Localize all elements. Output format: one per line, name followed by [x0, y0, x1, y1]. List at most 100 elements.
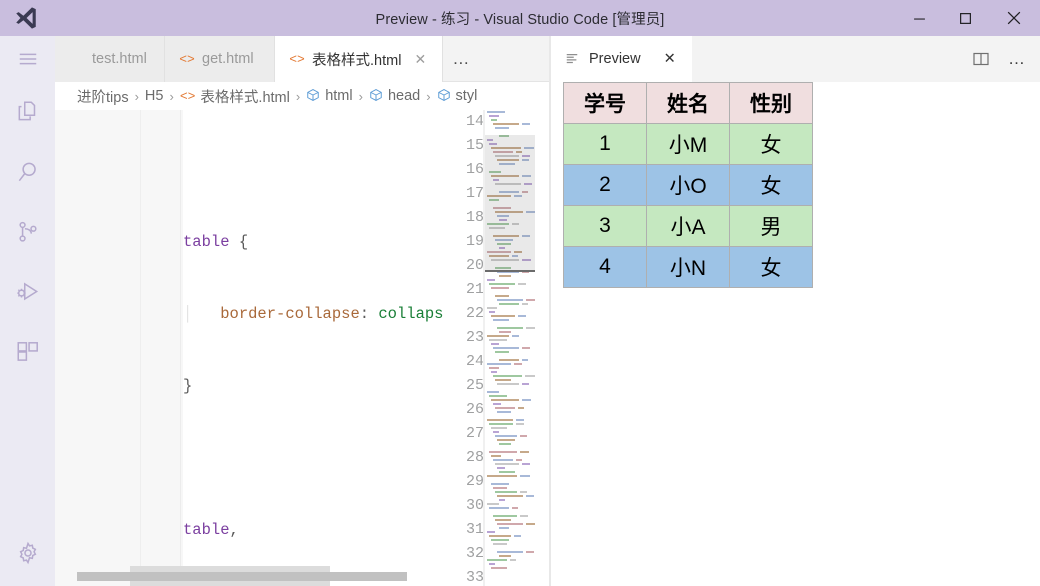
code-line-19: table, — [183, 521, 239, 539]
minimap-segment — [518, 315, 526, 317]
code-line-17: } — [183, 377, 193, 395]
minimap-segment — [526, 551, 534, 553]
minimap-row — [485, 566, 535, 570]
minimap-segment — [522, 383, 529, 385]
breadcrumb-item-5[interactable]: styl — [437, 88, 477, 105]
minimap-segment — [493, 543, 507, 545]
split-editor-icon[interactable] — [964, 42, 998, 76]
breadcrumb-item-1[interactable]: H5 — [145, 88, 164, 104]
breadcrumb-label: H5 — [144, 88, 164, 104]
table-cell: 女 — [729, 246, 813, 288]
breadcrumb: 进阶tips › H5 › <> 表格样式.html › html › head… — [55, 82, 550, 110]
breadcrumb-separator: › — [134, 88, 139, 104]
breadcrumb-item-3[interactable]: html — [306, 88, 353, 105]
minimap-segment — [512, 507, 518, 509]
minimap-segment — [526, 495, 534, 497]
minimap-segment — [514, 363, 522, 365]
close-icon[interactable]: ✕ — [412, 51, 428, 68]
minimap-segment — [499, 555, 511, 557]
tab-preview[interactable]: Preview ✕ — [550, 36, 692, 82]
explorer-icon[interactable] — [0, 82, 55, 142]
extensions-icon[interactable] — [0, 322, 55, 382]
minimap-segment — [487, 363, 511, 365]
preview-icon — [564, 51, 580, 67]
more-actions-icon[interactable]: … — [1000, 42, 1034, 76]
breadcrumb-item-0[interactable]: 进阶tips — [77, 86, 129, 107]
minimap-segment — [499, 499, 505, 501]
table-row: 3 小A 男 — [563, 205, 813, 247]
table-body: 1 小M 女 2 小O 女 3 小A 男 4 小N 女 — [563, 123, 813, 288]
title-bar: Preview - 练习 - Visual Studio Code [管理员] — [0, 0, 1040, 36]
minimap-segment — [497, 439, 515, 441]
breadcrumb-separator: › — [358, 88, 363, 104]
minimap-segment — [489, 283, 515, 285]
minimap-segment — [497, 327, 524, 329]
minimap-segment — [518, 283, 526, 285]
tab-label: Preview — [589, 51, 641, 67]
minimap-segment — [522, 463, 530, 465]
tab-biaogeyangshi-html[interactable]: <> 表格样式.html ✕ — [275, 36, 444, 82]
minimap-segment — [489, 563, 495, 565]
breadcrumb-label: 进阶tips — [77, 89, 129, 106]
minimap-segment — [491, 399, 519, 401]
close-icon[interactable]: ✕ — [664, 51, 676, 67]
editor-group-left-tabs: test.html <> get.html <> 表格样式.html ✕ … — [55, 36, 479, 82]
minimap-segment — [487, 111, 505, 113]
gutter-divider-2 — [180, 110, 181, 586]
table-cell: 男 — [729, 205, 813, 247]
gutter-divider-1 — [140, 110, 141, 586]
minimap-segment — [489, 535, 511, 537]
minimap-segment — [489, 339, 507, 341]
minimap-segment — [493, 459, 513, 461]
search-icon[interactable] — [0, 142, 55, 202]
code-line-15: table { — [183, 233, 249, 251]
minimap-segment — [487, 391, 499, 393]
minimap-segment — [522, 303, 528, 305]
minimap-segment — [493, 403, 501, 405]
minimap-segment — [497, 467, 505, 469]
minimap-segment — [526, 327, 535, 329]
source-control-icon[interactable] — [0, 202, 55, 262]
table-cell: 4 — [563, 246, 647, 288]
editor-horizontal-scrollbar[interactable] — [77, 572, 407, 581]
tab-bar: test.html <> get.html <> 表格样式.html ✕ … P… — [55, 36, 1040, 82]
table-header-cell: 性别 — [729, 82, 813, 124]
close-button[interactable] — [988, 0, 1040, 36]
minimap-slider[interactable] — [485, 135, 535, 270]
minimap-segment — [495, 407, 515, 409]
minimap-segment — [526, 299, 535, 301]
code-content[interactable]: table { │ border-collapse: collaps } tab… — [183, 110, 483, 586]
tab-test-html[interactable]: test.html — [55, 36, 165, 82]
minimap-segment — [520, 515, 528, 517]
minimize-button[interactable] — [896, 0, 942, 36]
menu-hamburger-icon[interactable] — [0, 36, 55, 82]
minimap-segment — [491, 483, 509, 485]
table-header-cell: 姓名 — [646, 82, 730, 124]
run-debug-icon[interactable] — [0, 262, 55, 322]
minimap-segment — [491, 539, 509, 541]
minimap-segment — [516, 423, 524, 425]
minimap-segment — [499, 359, 519, 361]
preview-pane: 学号 姓名 性别 1 小M 女 2 小O 女 3 小A 男 4 小N 女 — [551, 82, 1040, 586]
minimap-segment — [489, 311, 495, 313]
settings-gear-icon[interactable] — [0, 520, 55, 586]
tab-more-actions-button[interactable]: … — [443, 36, 479, 82]
minimap-segment — [520, 451, 529, 453]
html-icon: <> — [289, 51, 305, 67]
minimap-segment — [487, 531, 495, 533]
breadcrumb-item-2[interactable]: <> 表格样式.html — [180, 86, 290, 107]
minimap-segment — [495, 295, 509, 297]
minimap-segment — [491, 287, 509, 289]
breadcrumb-item-4[interactable]: head — [369, 88, 420, 105]
minimap-segment — [495, 519, 511, 521]
breadcrumb-separator: › — [169, 88, 174, 104]
maximize-button[interactable] — [942, 0, 988, 36]
code-editor[interactable]: 14 15 16 17 18 19 20 21 22 23 24 25 26 27 28 29 30 31 32 33… — [55, 110, 550, 586]
minimap-segment — [487, 335, 509, 337]
tab-get-html[interactable]: <> get.html — [165, 36, 275, 82]
minimap-segment — [493, 319, 509, 321]
editor-group-right-tabs: Preview ✕ … — [550, 36, 1040, 82]
minimap-segment — [497, 411, 511, 413]
editor-minimap[interactable] — [485, 110, 535, 586]
